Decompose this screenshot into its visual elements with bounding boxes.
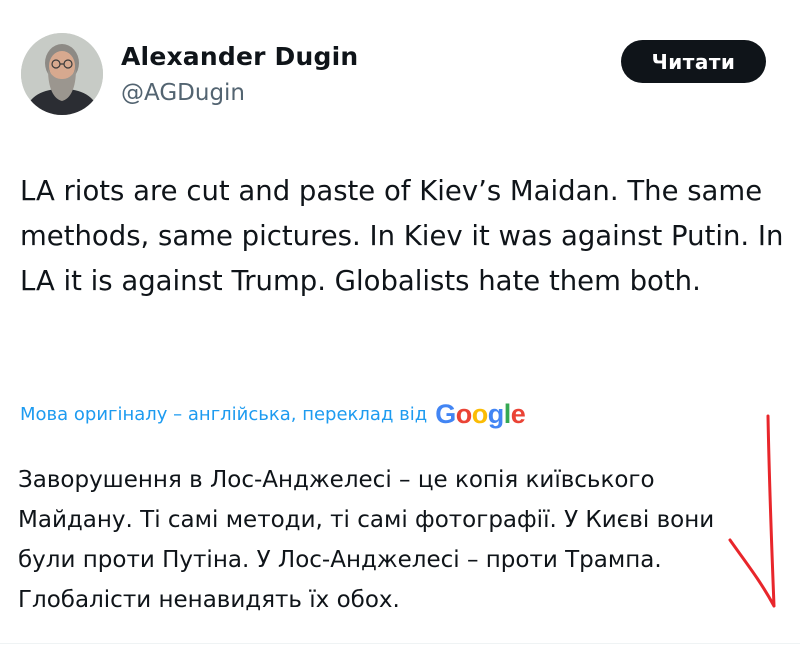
author-handle[interactable]: @AGDugin (121, 80, 245, 106)
author-name[interactable]: Alexander Dugin (121, 42, 358, 71)
avatar[interactable] (21, 33, 103, 115)
google-logo-icon: Google (435, 399, 526, 429)
divider (0, 643, 800, 644)
translated-text: Заворушення в Лос-Анджелесі – це копія к… (18, 467, 715, 613)
translation-notice: Мова оригіналу – англійська, переклад ві… (20, 399, 526, 430)
tweet-text: LA riots are cut and paste of Kiev’s Mai… (20, 175, 784, 297)
translation-notice-link[interactable]: Мова оригіналу – англійська, переклад ві… (20, 404, 427, 425)
avatar-portrait-icon (21, 33, 103, 115)
red-arrow-annotation-icon (728, 414, 776, 608)
tweet-card: Alexander Dugin @AGDugin Читати LA riots… (0, 0, 800, 648)
follow-button[interactable]: Читати (621, 40, 766, 83)
